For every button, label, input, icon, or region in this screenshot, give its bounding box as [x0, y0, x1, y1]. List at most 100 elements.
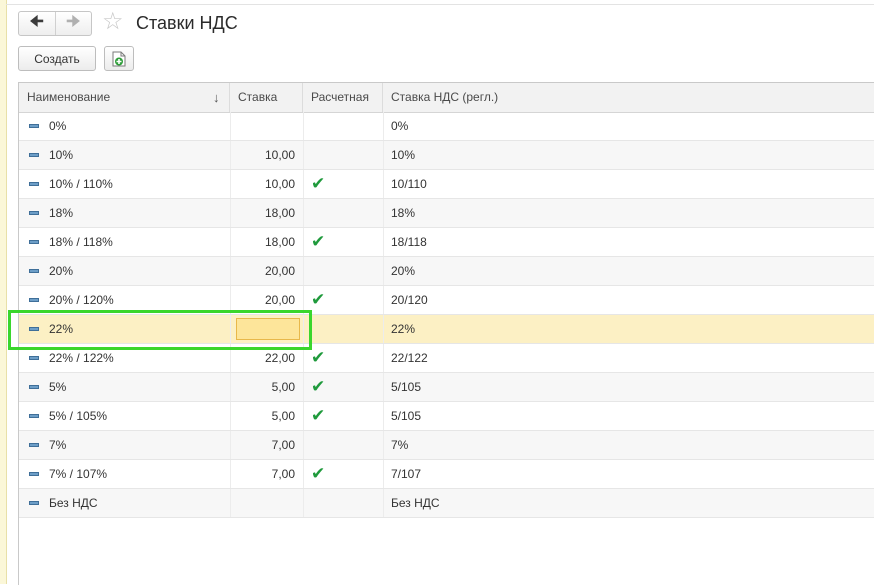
catalog-item-icon: [29, 211, 39, 215]
column-divider: [230, 141, 231, 169]
cell-name: 5% / 105%: [49, 409, 108, 423]
checkmark-icon: ✔: [311, 348, 326, 367]
column-divider: [383, 199, 384, 227]
column-divider: [230, 460, 231, 488]
column-divider: [303, 373, 304, 401]
table-row[interactable]: 20% / 120% 20,00 ✔ 20/120: [19, 286, 874, 315]
cell-rate: 18,00: [264, 235, 295, 249]
catalog-item-icon: [29, 182, 39, 186]
column-divider: [230, 257, 231, 285]
checkmark-icon: ✔: [311, 464, 326, 483]
cell-reg-rate: 5/105: [391, 409, 422, 423]
column-divider: [383, 315, 384, 343]
cell-name: 10% / 110%: [49, 177, 113, 191]
cell-name: 0%: [49, 119, 67, 133]
column-divider: [383, 257, 384, 285]
cell-reg-rate: 20%: [391, 264, 416, 278]
cell-rate: 10,00: [264, 177, 295, 191]
back-button[interactable]: 🠈: [19, 12, 56, 35]
column-header-name[interactable]: Наименование ↓: [19, 83, 230, 112]
column-divider: [383, 344, 384, 372]
table-row[interactable]: 5% 5,00 ✔ 5/105: [19, 373, 874, 402]
catalog-item-icon: [29, 269, 39, 273]
cell-name: 22%: [49, 322, 74, 336]
table-row[interactable]: 18% 18,00 18%: [19, 199, 874, 228]
cell-reg-rate: 7/107: [391, 467, 422, 481]
column-divider: [230, 286, 231, 314]
table-row[interactable]: 18% / 118% 18,00 ✔ 18/118: [19, 228, 874, 257]
cell-name: 7%: [49, 438, 67, 452]
cell-reg-rate: 5/105: [391, 380, 422, 394]
cell-name: 20% / 120%: [49, 293, 114, 307]
create-button[interactable]: Создать: [18, 46, 96, 71]
cell-rate: 5,00: [271, 409, 295, 423]
cell-name: 20%: [49, 264, 74, 278]
copy-document-button[interactable]: [104, 46, 134, 71]
column-divider: [230, 402, 231, 430]
catalog-item-icon: [29, 501, 39, 505]
checkmark-icon: ✔: [311, 290, 326, 309]
catalog-item-icon: [29, 124, 39, 128]
cell-rate: 10,00: [264, 148, 295, 162]
title-bar: 🠈 🠊 ☆ Ставки НДС: [18, 9, 858, 36]
column-divider: [383, 141, 384, 169]
cell-name: 18% / 118%: [49, 235, 113, 249]
table-header: Наименование ↓ Ставка Расчетная Ставка Н…: [19, 83, 874, 113]
cell-name: 5%: [49, 380, 67, 394]
cell-rate: 20,00: [264, 293, 295, 307]
cell-reg-rate: 18/118: [391, 235, 427, 249]
column-divider: [230, 228, 231, 256]
cell-rate: [237, 489, 295, 517]
checkmark-icon: ✔: [311, 377, 326, 396]
column-header-reg-rate[interactable]: Ставка НДС (регл.): [383, 83, 874, 112]
column-divider: [303, 460, 304, 488]
column-divider: [383, 170, 384, 198]
column-divider: [303, 489, 304, 517]
column-divider: [303, 228, 304, 256]
column-divider: [230, 431, 231, 459]
star-icon[interactable]: ☆: [102, 9, 124, 35]
table-row[interactable]: 7% 7,00 7%: [19, 431, 874, 460]
table-row[interactable]: 10% / 110% 10,00 ✔ 10/110: [19, 170, 874, 199]
cell-reg-rate: 18%: [391, 206, 416, 220]
catalog-item-icon: [29, 443, 39, 447]
cell-reg-rate: 10/110: [391, 177, 427, 191]
table-row[interactable]: 10% 10,00 10%: [19, 141, 874, 170]
document-add-icon: [112, 51, 126, 66]
checkmark-icon: ✔: [311, 174, 326, 193]
catalog-item-icon: [29, 327, 39, 331]
table-row[interactable]: 20% 20,00 20%: [19, 257, 874, 286]
table-row[interactable]: 7% / 107% 7,00 ✔ 7/107: [19, 460, 874, 489]
vat-rates-table[interactable]: Наименование ↓ Ставка Расчетная Ставка Н…: [18, 82, 874, 585]
cell-reg-rate: 0%: [391, 119, 409, 133]
table-row[interactable]: 22% 22%: [19, 315, 874, 344]
column-divider: [303, 112, 304, 140]
column-divider: [303, 286, 304, 314]
column-divider: [383, 489, 384, 517]
table-row[interactable]: 5% / 105% 5,00 ✔ 5/105: [19, 402, 874, 431]
column-header-calculated[interactable]: Расчетная: [303, 83, 383, 112]
column-divider: [230, 489, 231, 517]
column-divider: [383, 286, 384, 314]
cell-name: 18%: [49, 206, 74, 220]
table-row[interactable]: Без НДС Без НДС: [19, 489, 874, 518]
column-divider: [230, 315, 231, 343]
cell-name: 7% / 107%: [49, 467, 108, 481]
column-divider: [230, 170, 231, 198]
column-divider: [383, 373, 384, 401]
column-divider: [383, 402, 384, 430]
column-divider: [230, 344, 231, 372]
catalog-item-icon: [29, 356, 39, 360]
table-row[interactable]: 22% / 122% 22,00 ✔ 22/122: [19, 344, 874, 373]
column-divider: [303, 257, 304, 285]
top-border: [6, 0, 874, 5]
catalog-item-icon: [29, 298, 39, 302]
table-row[interactable]: 0% 0%: [19, 112, 874, 141]
column-divider: [383, 460, 384, 488]
cell-rate: [237, 112, 295, 140]
arrow-left-icon: 🠈: [29, 13, 44, 30]
forward-button[interactable]: 🠊: [56, 12, 92, 35]
catalog-item-icon: [29, 472, 39, 476]
column-divider: [230, 199, 231, 227]
column-header-rate[interactable]: Ставка: [230, 83, 303, 112]
